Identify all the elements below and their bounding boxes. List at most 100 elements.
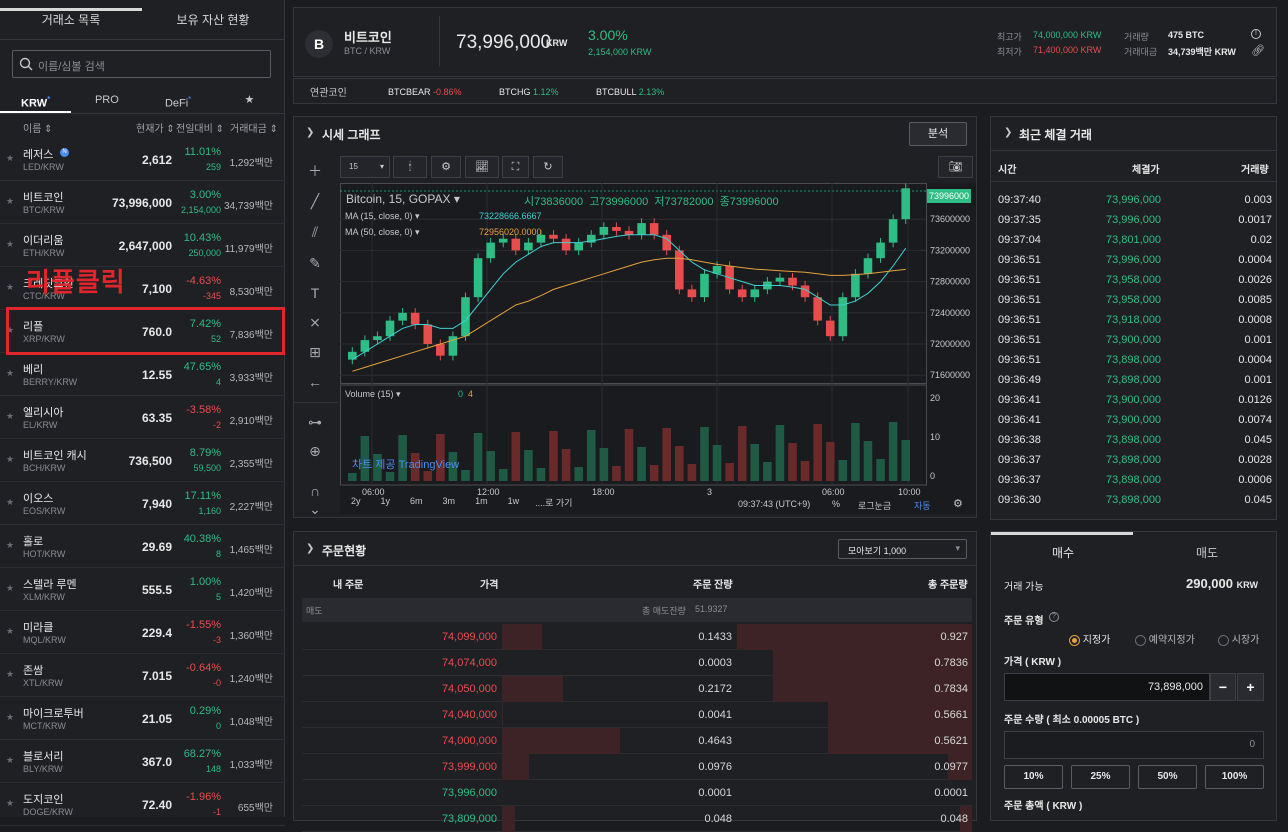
coin-row-btc[interactable]: ★ 비트코인 BTC/KRW 73,996,000 3.00% 2,154,000 34,7… [0,181,285,224]
star-icon[interactable]: ★ [6,755,14,766]
coin-row-mql[interactable]: ★ 미라클 MQL/KRW 229.4 -1.55% -3 1,360백만 [0,611,285,654]
related-coin-btcbear[interactable]: BTCBEAR -0.86% [388,87,462,97]
coin-row-berry[interactable]: ★ 베리 BERRY/KRW 12.55 47.65% 4 3,933백만 [0,353,285,396]
star-icon[interactable]: ★ [6,712,14,723]
tab-exchange-list[interactable]: 거래소 목록 [0,0,142,39]
tab-pro[interactable]: PRO [71,88,142,113]
coin-row-eth[interactable]: ★ 이더리움 ETH/KRW 2,647,000 10.43% 250,000 11,979… [0,224,285,267]
quantity-input[interactable]: 0 [1004,731,1264,759]
star-icon[interactable]: ★ [6,798,14,809]
price-decrement-button[interactable]: − [1210,673,1236,701]
radio-limit[interactable]: 지정가 [1069,631,1110,646]
star-icon[interactable]: ★ [6,196,14,207]
pct-10-button[interactable]: 10% [1004,765,1063,789]
orderbook-row[interactable]: 74,099,000 0.1433 0.927 [302,624,972,650]
price-input[interactable]: 73,898,000 [1004,673,1210,701]
coin-row-xtl[interactable]: ★ 존쌈 XTL/KRW 7.015 -0.64% -0 1,240백만 [0,654,285,697]
orderbook-row[interactable]: 74,050,000 0.2172 0.7834 [302,676,972,702]
col-volume[interactable]: 거래대금 ⇕ [230,120,278,135]
collapse-icon[interactable]: ❯ [306,543,314,554]
crosshair-icon[interactable]: ＋ [306,162,324,180]
star-icon[interactable]: ★ [6,454,14,465]
coin-row-xlm[interactable]: ★ 스텔라 루멘 XLM/KRW 555.5 1.00% 5 1,420백만 [0,568,285,611]
tab-favorites[interactable]: ★ [214,88,285,113]
zoom-in-icon[interactable]: ⊕ [306,442,324,460]
coin-row-doge[interactable]: ★ 도지코인 DOGE/KRW 72.40 -1.96% -1 655백만 [0,783,285,826]
help-icon[interactable]: ? [1049,612,1059,622]
scroll-down-icon[interactable]: ⌄ [306,500,324,518]
tab-buy[interactable]: 매수 [1052,544,1074,561]
orderbook-row[interactable]: 73,996,000 0.0001 0.0001 [302,780,972,806]
star-icon[interactable]: ★ [6,368,14,379]
group-select[interactable]: 모아보기 1,000 ▾ [838,539,967,559]
coin-row-el[interactable]: ★ 엘리시아 EL/KRW 63.35 -3.58% -2 2,910백만 [0,396,285,439]
percent-toggle[interactable]: % [832,499,840,509]
measure-icon[interactable]: ⊞ [306,343,324,361]
chart-settings-icon[interactable]: ⚙︎ [953,497,963,510]
orderbook-row[interactable]: 73,999,000 0.0976 0.0977 [302,754,972,780]
refresh-icon[interactable]: ↻ [533,156,563,178]
range-3m[interactable]: 3m [443,496,456,514]
magnet-icon[interactable]: ∩ [306,482,324,500]
back-arrow-icon[interactable]: ← [306,373,324,391]
star-icon[interactable]: ★ [6,497,14,508]
star-icon[interactable]: ★ [6,153,14,164]
log-scale-toggle[interactable]: 로그눈금 [858,499,891,512]
trend-line-icon[interactable]: ╱ [306,192,324,210]
radio-reserved-limit[interactable]: 예약지정가 [1135,631,1195,646]
star-icon[interactable]: ★ [6,583,14,594]
coin-row-eos[interactable]: ★ 이오스 EOS/KRW 7,940 17.11% 1,160 2,227백만 [0,482,285,525]
tab-sell[interactable]: 매도 [1196,544,1218,561]
info-icon[interactable]: ! [1251,29,1261,39]
goto-date[interactable]: ....로 가기 [535,496,572,514]
text-tool-icon[interactable]: T [306,284,324,302]
interval-select[interactable]: 15 ▾ [340,156,390,178]
orderbook-row[interactable]: 73,809,000 0.048 0.048 [302,806,972,832]
settings-gear-icon[interactable]: ⚙︎ [431,156,461,178]
range-6m[interactable]: 6m [410,496,423,514]
coin-row-bch[interactable]: ★ 비트코인 캐시 BCH/KRW 736,500 8.79% 59,500 2,355백만 [0,439,285,482]
orderbook-row[interactable]: 74,074,000 0.0003 0.7836 [302,650,972,676]
price-increment-button[interactable]: + [1237,673,1264,701]
star-icon[interactable]: ★ [6,669,14,680]
star-icon[interactable]: ★ [6,282,14,293]
coin-row-bly[interactable]: ★ 블로서리 BLY/KRW 367.0 68.27% 148 1,033백만 [0,740,285,783]
pct-25-button[interactable]: 25% [1071,765,1130,789]
search-input[interactable]: 이름/심볼 검색 [12,50,271,78]
pct-50-button[interactable]: 50% [1138,765,1197,789]
pct-100-button[interactable]: 100% [1205,765,1264,789]
range-1m[interactable]: 1m [475,496,488,514]
radio-market[interactable]: 시장가 [1218,631,1259,646]
star-icon[interactable]: ★ [6,540,14,551]
ruler-icon[interactable]: ⊶ [306,413,324,431]
range-1y[interactable]: 1y [381,496,391,514]
range-1w[interactable]: 1w [508,496,520,514]
analysis-button[interactable]: 분석 [909,122,967,146]
collapse-icon[interactable]: ❯ [306,127,314,138]
screenshot-camera-icon[interactable]: 📷︎ [938,156,973,178]
coin-row-mct[interactable]: ★ 마이크로투버 MCT/KRW 21.05 0.29% 0 1,048백만 [0,697,285,740]
col-price[interactable]: 현재가 ⇕ [136,120,175,135]
indicators-icon[interactable]: 📈︎ [465,156,499,178]
coin-row-led[interactable]: ★ 레저스 N LED/KRW 2,612 11.01% 259 1,292백만 [0,138,285,181]
col-change[interactable]: 전일대비 ⇕ [176,120,224,135]
related-coin-btcbull[interactable]: BTCBULL 2.13% [596,87,664,97]
fullscreen-icon[interactable]: ⛶ [502,156,529,178]
star-icon[interactable]: ★ [6,626,14,637]
col-name[interactable]: 이름 ⇕ [23,120,53,135]
tab-defi[interactable]: DeFi* [143,88,214,113]
star-icon[interactable]: ★ [6,411,14,422]
related-coin-btchg[interactable]: BTCHG 1.12% [499,87,559,97]
star-icon[interactable]: ★ [6,239,14,250]
coin-row-hot[interactable]: ★ 홀로 HOT/KRW 29.69 40.38% 8 1,465백만 [0,525,285,568]
auto-scale-toggle[interactable]: 자동 [914,499,931,512]
candle-type-button[interactable]: 🕯︎ [393,156,427,178]
collapse-icon[interactable]: ❯ [1004,127,1012,138]
tab-holdings[interactable]: 보유 자산 현황 [142,0,284,39]
pattern-tool-icon[interactable]: ⨯ [306,313,324,331]
brush-icon[interactable]: ✎ [306,254,324,272]
orderbook-row[interactable]: 74,040,000 0.0041 0.5661 [302,702,972,728]
tab-krw[interactable]: KRW* [0,88,72,113]
range-2y[interactable]: 2y [351,496,361,514]
fib-tool-icon[interactable]: ⫽ [306,223,324,241]
